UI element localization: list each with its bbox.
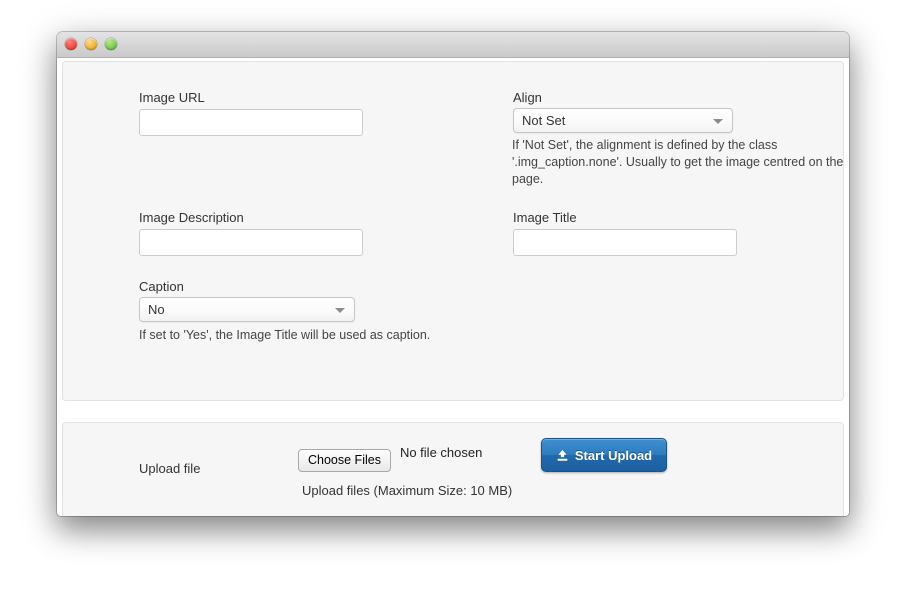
start-upload-label: Start Upload xyxy=(575,448,652,463)
image-title-label: Image Title xyxy=(513,210,577,226)
caption-select-value: No xyxy=(148,302,165,317)
upload-icon xyxy=(556,449,569,462)
image-url-label: Image URL xyxy=(139,90,205,106)
image-url-input[interactable] xyxy=(139,109,363,136)
file-input-row: Choose Files No file chosen xyxy=(298,449,482,472)
upload-panel: Upload file Choose Files No file chosen … xyxy=(62,422,844,516)
image-title-input[interactable] xyxy=(513,229,737,256)
start-upload-button[interactable]: Start Upload xyxy=(541,438,667,472)
image-description-label: Image Description xyxy=(139,210,244,226)
align-help-text: If 'Not Set', the alignment is defined b… xyxy=(512,137,849,188)
minimize-button-icon[interactable] xyxy=(85,38,97,50)
align-label: Align xyxy=(513,90,542,106)
caption-label: Caption xyxy=(139,279,184,295)
upload-size-note: Upload files (Maximum Size: 10 MB) xyxy=(302,483,512,498)
choose-files-button[interactable]: Choose Files xyxy=(298,449,391,472)
application-window: Image URL Align Not Set If 'Not Set', th… xyxy=(57,32,849,516)
window-titlebar[interactable] xyxy=(57,32,849,58)
align-select-value: Not Set xyxy=(522,113,565,128)
maximize-button-icon[interactable] xyxy=(105,38,117,50)
image-properties-panel: Image URL Align Not Set If 'Not Set', th… xyxy=(62,61,844,401)
chevron-down-icon xyxy=(335,308,345,313)
window-content: Image URL Align Not Set If 'Not Set', th… xyxy=(57,58,849,516)
chevron-down-icon xyxy=(713,119,723,124)
image-description-input[interactable] xyxy=(139,229,363,256)
screenshot-root: Image URL Align Not Set If 'Not Set', th… xyxy=(0,0,906,595)
caption-select[interactable]: No xyxy=(139,297,355,322)
close-button-icon[interactable] xyxy=(65,38,77,50)
caption-help-text: If set to 'Yes', the Image Title will be… xyxy=(139,327,539,344)
file-status-text: No file chosen xyxy=(400,445,482,460)
window-controls xyxy=(65,38,117,50)
upload-file-label: Upload file xyxy=(139,461,200,477)
align-select[interactable]: Not Set xyxy=(513,108,733,133)
